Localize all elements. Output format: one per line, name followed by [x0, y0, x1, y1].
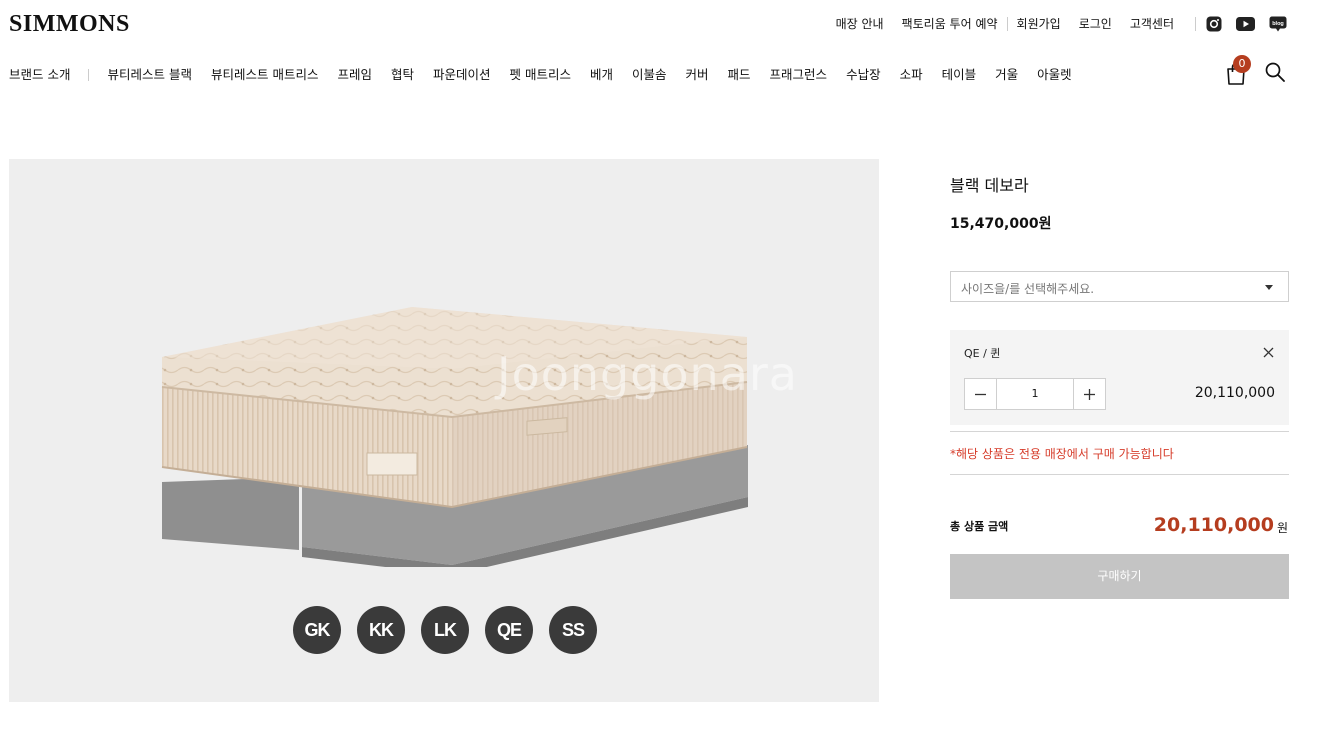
- util-link-tour[interactable]: 팩토리움 투어 예약: [893, 16, 1007, 32]
- increase-button[interactable]: [1074, 379, 1105, 409]
- cart-count-badge: 0: [1233, 55, 1251, 73]
- nav-item-brand[interactable]: 브랜드 소개: [9, 66, 70, 84]
- size-chip-gk[interactable]: GK: [293, 606, 341, 654]
- quantity-input[interactable]: 1: [996, 379, 1074, 409]
- watermark: Joonggonara: [497, 347, 798, 401]
- selected-option-name: QE / 퀸: [964, 347, 1001, 360]
- nav-item-nightstand[interactable]: 협탁: [391, 66, 414, 84]
- nav-item-table[interactable]: 테이블: [942, 66, 977, 84]
- minus-icon: [975, 393, 986, 395]
- mattress-image: [161, 307, 748, 567]
- selected-option: QE / 퀸 1 20,110,000: [950, 330, 1289, 425]
- total-label: 총 상품 금액: [950, 520, 1009, 533]
- nav-item-foundation[interactable]: 파운데이션: [433, 66, 491, 84]
- youtube-icon[interactable]: [1236, 17, 1255, 31]
- nav-item-pad[interactable]: 패드: [728, 66, 751, 84]
- size-chip-qe[interactable]: QE: [485, 606, 533, 654]
- purchase-notice: *해당 상품은 전용 매장에서 구매 가능합니다: [950, 447, 1174, 461]
- plus-icon: [1084, 388, 1095, 400]
- nav-item-pet-mattress[interactable]: 펫 매트리스: [510, 66, 571, 84]
- size-chip-kk[interactable]: KK: [357, 606, 405, 654]
- social-links: blog: [1206, 16, 1287, 32]
- nav-item-cover[interactable]: 커버: [686, 66, 709, 84]
- total-amount: 20,110,000: [1153, 514, 1274, 536]
- nav-item-pillow[interactable]: 베개: [590, 66, 613, 84]
- product-name: 블랙 데보라: [950, 176, 1029, 195]
- utility-nav: 매장 안내 팩토리움 투어 예약 회원가입 로그인 고객센터 blog: [827, 15, 1287, 33]
- buy-button[interactable]: 구매하기: [950, 554, 1289, 599]
- blog-icon-label: blog: [1272, 21, 1284, 27]
- size-chip-group: GK KK LK QE SS: [293, 606, 597, 654]
- util-link-stores[interactable]: 매장 안내: [827, 16, 893, 32]
- chevron-down-icon: [1265, 285, 1273, 290]
- selected-option-price: 20,110,000: [1194, 385, 1275, 401]
- util-link-support[interactable]: 고객센터: [1121, 16, 1183, 32]
- util-link-signup[interactable]: 회원가입: [1008, 16, 1070, 32]
- product-image: Joonggonara GK KK LK QE SS: [9, 159, 879, 702]
- brand-logo[interactable]: SIMMONS: [9, 11, 130, 38]
- nav-item-beautyrest-mattress[interactable]: 뷰티레스트 매트리스: [211, 66, 318, 84]
- nav-item-storage[interactable]: 수납장: [846, 66, 881, 84]
- divider: [950, 431, 1289, 432]
- size-select[interactable]: 사이즈을/를 선택해주세요.: [950, 271, 1289, 302]
- product-price: 15,470,000원: [950, 216, 1052, 232]
- blog-icon[interactable]: blog: [1269, 16, 1287, 32]
- util-link-login[interactable]: 로그인: [1070, 16, 1121, 32]
- instagram-icon[interactable]: [1206, 16, 1222, 32]
- nav-item-fragrance[interactable]: 프래그런스: [770, 66, 828, 84]
- nav-item-beautyrest-black[interactable]: 뷰티레스트 블랙: [107, 66, 191, 84]
- close-icon[interactable]: [1263, 347, 1274, 358]
- total-unit: 원: [1277, 521, 1289, 535]
- nav-item-sofa[interactable]: 소파: [900, 66, 923, 84]
- quantity-stepper: 1: [964, 378, 1106, 410]
- product-info: 블랙 데보라 15,470,000원: [950, 176, 1289, 232]
- nav-item-frame[interactable]: 프레임: [337, 66, 372, 84]
- size-select-placeholder: 사이즈을/를 선택해주세요.: [961, 282, 1095, 296]
- nav-item-outlet[interactable]: 아울렛: [1037, 66, 1072, 84]
- divider: [1195, 17, 1196, 31]
- decrease-button[interactable]: [965, 379, 996, 409]
- search-icon[interactable]: [1265, 62, 1285, 82]
- divider: [950, 474, 1289, 475]
- nav-item-mirror[interactable]: 거울: [995, 66, 1018, 84]
- size-chip-lk[interactable]: LK: [421, 606, 469, 654]
- divider: [88, 69, 90, 81]
- size-chip-ss[interactable]: SS: [549, 606, 597, 654]
- main-nav: 브랜드 소개 뷰티레스트 블랙 뷰티레스트 매트리스 프레임 협탁 파운데이션 …: [9, 66, 1091, 84]
- nav-item-duvet[interactable]: 이불솜: [632, 66, 667, 84]
